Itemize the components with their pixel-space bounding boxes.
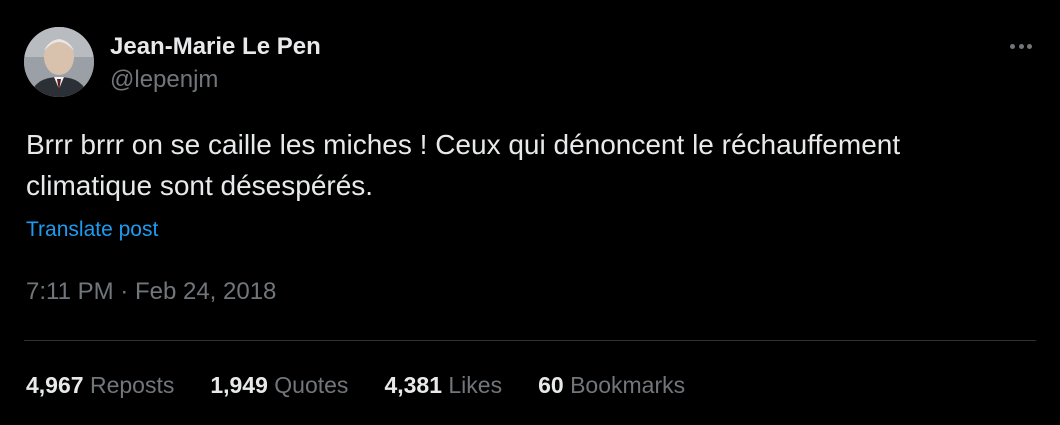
more-horizontal-icon-dot [1027,43,1032,49]
avatar[interactable] [24,27,94,97]
quotes-stat[interactable]: 1,949 Quotes [210,372,348,399]
avatar-photo-icon [24,27,94,97]
author-info: Jean-Marie Le Pen @lepenjm [110,33,321,94]
bookmarks-stat[interactable]: 60 Bookmarks [538,372,685,399]
quotes-count: 1,949 [210,372,268,398]
tweet-timestamp: 7:11 PM · Feb 24, 2018 [26,278,276,306]
divider [24,340,1036,341]
tweet-detail: Jean-Marie Le Pen @lepenjm Brrr brrr on … [0,0,1060,425]
tweet-text: Brrr brrr on se caille les miches ! Ceux… [26,129,901,201]
reposts-stat[interactable]: 4,967 Reposts [26,372,174,399]
author-handle[interactable]: @lepenjm [110,66,321,94]
quotes-label: Quotes [274,372,349,398]
tweet-time[interactable]: 7:11 PM [26,278,114,305]
more-horizontal-icon-dot [1018,43,1024,49]
reposts-label: Reposts [89,372,175,398]
reposts-count: 4,967 [26,372,84,398]
more-horizontal-icon [1010,43,1015,49]
bookmarks-label: Bookmarks [570,372,686,398]
likes-count: 4,381 [384,372,442,398]
more-options-button[interactable] [1010,38,1032,54]
likes-label: Likes [448,372,503,398]
bookmarks-count: 60 [538,372,564,398]
author-display-name[interactable]: Jean-Marie Le Pen [110,33,321,61]
likes-stat[interactable]: 4,381 Likes [384,372,502,399]
tweet-date[interactable]: Feb 24, 2018 [135,278,276,305]
engagement-stats: 4,967 Reposts 1,949 Quotes 4,381 Likes 6… [26,372,685,399]
timestamp-separator: · [120,278,129,305]
translate-post-link[interactable]: Translate post [26,218,158,242]
